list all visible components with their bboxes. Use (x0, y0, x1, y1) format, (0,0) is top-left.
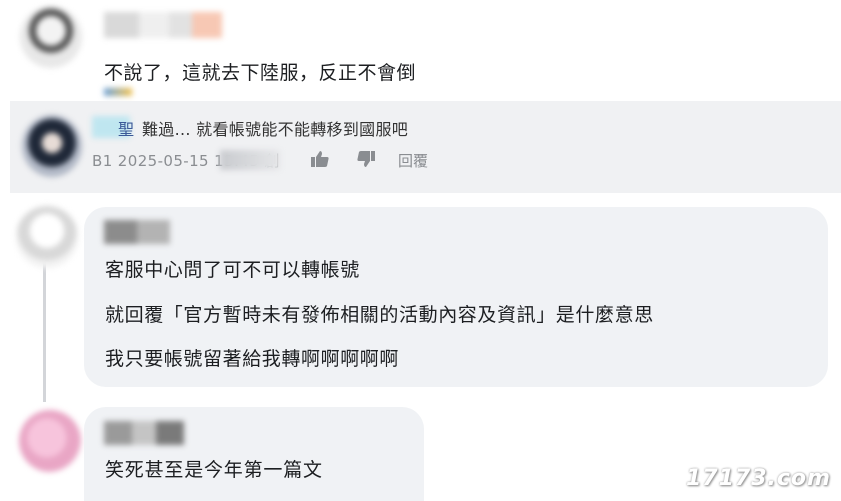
commenter-name-blurred[interactable] (104, 220, 170, 244)
thumbs-up-icon[interactable] (310, 149, 330, 169)
reaction-icons[interactable] (104, 88, 132, 96)
site-watermark: 17173.com (686, 466, 831, 491)
reply-meta-redaction (220, 150, 280, 170)
comment-text-line: 我只要帳號留著給我轉啊啊啊啊啊 (105, 348, 400, 370)
reply-button[interactable]: 回覆 (398, 150, 428, 171)
commenter-avatar[interactable] (19, 410, 81, 472)
commenter-name-blurred[interactable] (104, 421, 184, 445)
comment-text-line: 就回覆「官方暫時未有發佈相關的活動內容及資訊」是什麼意思 (105, 304, 654, 326)
reply-text: 難過... 就看帳號能不能轉移到國服吧 (142, 120, 409, 139)
reply-thread (10, 101, 841, 193)
commenter-avatar[interactable] (16, 206, 78, 268)
commenter-name-blurred[interactable] (104, 12, 222, 38)
comment-text: 笑死甚至是今年第一篇文 (105, 459, 323, 481)
reply-avatar[interactable] (22, 115, 82, 177)
thumbs-down-icon[interactable] (356, 149, 376, 169)
commenter-avatar[interactable] (20, 6, 82, 68)
thread-connector-line (43, 262, 46, 402)
comment-text: 不說了，這就去下陸服，反正不會倒 (104, 62, 417, 84)
comment-text-line: 客服中心問了可不可以轉帳號 (105, 259, 360, 281)
reply-author-suffix[interactable]: 聖 (118, 116, 134, 140)
